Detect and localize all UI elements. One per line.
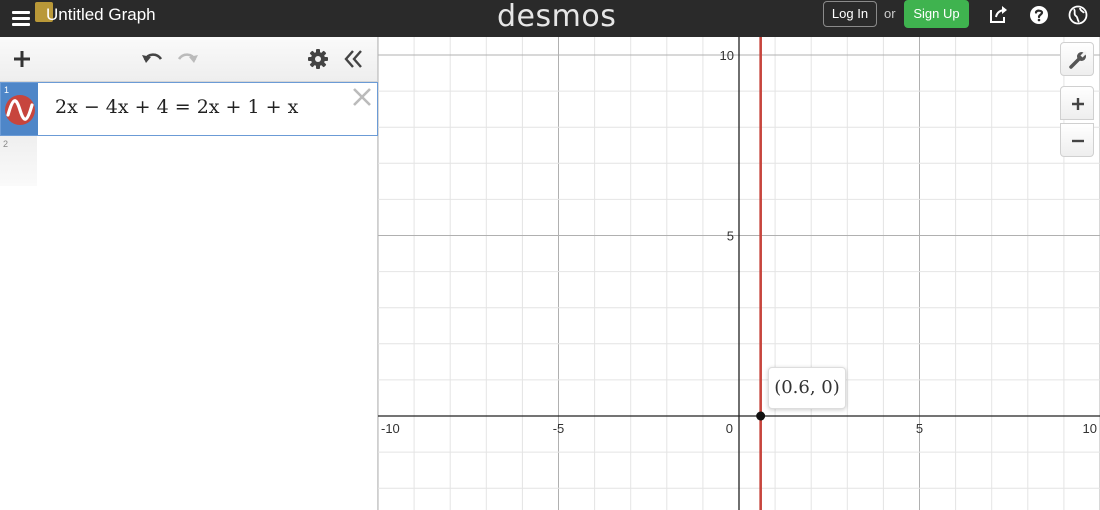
x-tick-label: 5 [916, 421, 923, 436]
expression-panel: 1 2x − 4x + 4 = 2x + 1 + x 2 [0, 37, 378, 510]
help-icon[interactable] [1028, 4, 1050, 26]
point-coordinate-label[interactable]: (0.6, 0) [768, 367, 846, 409]
x-tick-label: 10 [1083, 421, 1097, 436]
expression-row[interactable]: 1 2x − 4x + 4 = 2x + 1 + x [0, 82, 378, 136]
graph-svg[interactable]: -10 -5 0 5 10 10 5 [378, 37, 1100, 510]
login-button[interactable]: Log In [823, 1, 877, 27]
zoom-in-icon[interactable] [1060, 86, 1094, 120]
or-text: or [884, 6, 896, 21]
expression-index: 2 [0, 136, 37, 186]
intersection-point [756, 411, 766, 421]
graph-color-icon[interactable] [5, 95, 35, 125]
signup-button[interactable]: Sign Up [904, 0, 969, 28]
graph-title[interactable]: Untitled Graph [46, 5, 156, 25]
y-tick-label: 5 [727, 229, 734, 244]
undo-icon[interactable] [140, 47, 164, 71]
expression-number: 1 [4, 85, 10, 95]
x-tick-label: 0 [726, 421, 733, 436]
x-tick-label: -5 [553, 421, 565, 436]
top-bar: Untitled Graph desmos Log In or Sign Up [0, 0, 1100, 37]
graph-canvas[interactable]: -10 -5 0 5 10 10 5 (0.6, 0) [378, 37, 1100, 510]
collapse-icon[interactable] [342, 47, 366, 71]
x-tick-label: -10 [381, 421, 400, 436]
globe-icon[interactable] [1067, 4, 1089, 26]
desmos-logo: desmos [497, 0, 617, 34]
redo-icon[interactable] [176, 47, 200, 71]
menu-button[interactable] [10, 7, 34, 29]
expression-index: 1 [1, 83, 38, 135]
y-tick-label: 10 [720, 48, 734, 63]
share-icon[interactable] [988, 4, 1010, 26]
zoom-out-icon[interactable] [1060, 123, 1094, 157]
wrench-icon[interactable] [1060, 42, 1094, 76]
expression-toolbar [0, 37, 377, 82]
settings-icon[interactable] [306, 47, 330, 71]
expression-number: 2 [3, 139, 9, 149]
close-icon[interactable] [351, 86, 373, 108]
expression-row-empty[interactable]: 2 [0, 136, 378, 186]
add-icon[interactable] [10, 47, 34, 71]
expression-input[interactable]: 2x − 4x + 4 = 2x + 1 + x [55, 96, 298, 118]
desmos-app: Untitled Graph desmos Log In or Sign Up [0, 0, 1100, 510]
